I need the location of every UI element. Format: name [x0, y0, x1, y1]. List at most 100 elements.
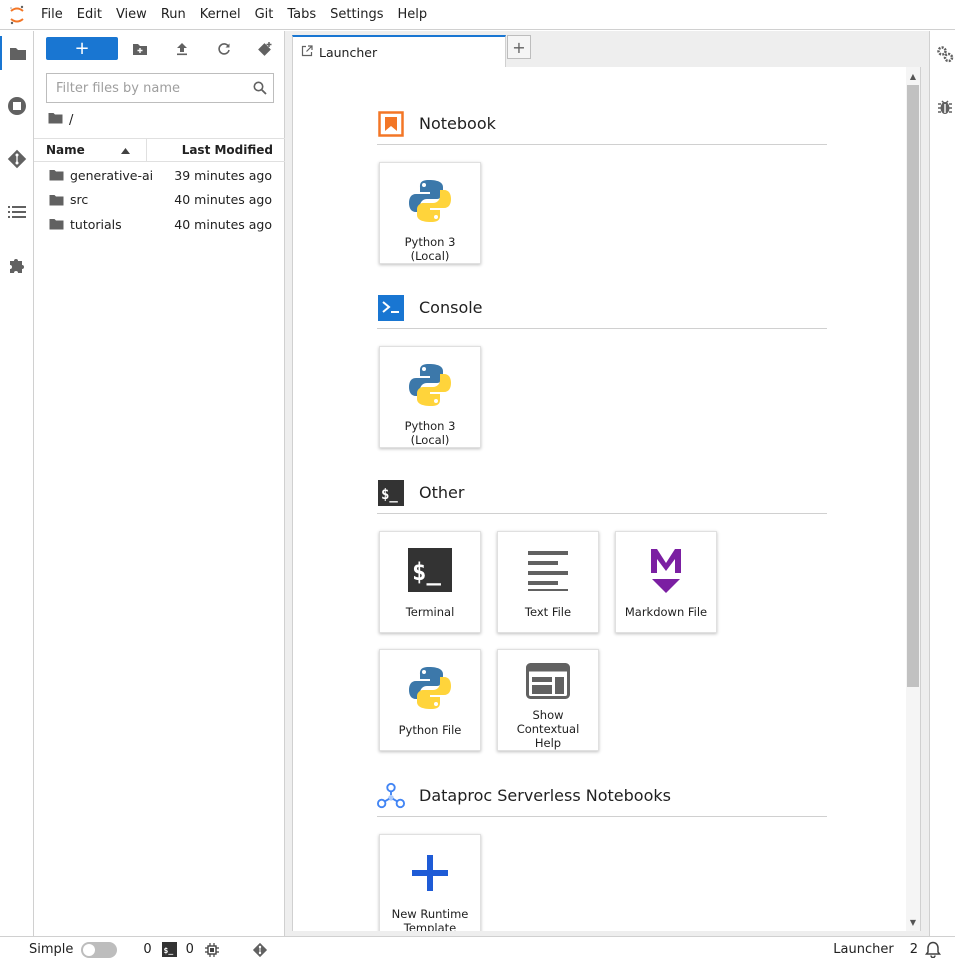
python-logo-icon — [379, 353, 481, 416]
running-icon[interactable] — [0, 89, 33, 123]
launcher-card[interactable]: Text File — [497, 531, 599, 633]
folder-icon — [34, 169, 70, 181]
file-list-header: Name Last Modified — [34, 138, 285, 162]
upload-icon[interactable] — [172, 39, 192, 59]
card-label: Python File — [398, 723, 462, 737]
card-label: Text File — [524, 605, 572, 619]
notebook-icon — [377, 110, 405, 138]
simple-mode-label: Simple — [29, 942, 74, 957]
folder-icon — [34, 218, 70, 230]
property-inspector-icon[interactable] — [934, 43, 955, 65]
launcher-card[interactable]: Markdown File — [615, 531, 717, 633]
new-launcher-button[interactable]: + — [46, 37, 118, 60]
folder-icon[interactable] — [0, 36, 33, 70]
terminal-status-icon[interactable]: $_ — [161, 942, 177, 957]
launcher-card[interactable]: Python 3 (Local) — [379, 346, 481, 448]
scroll-down-icon[interactable]: ▼ — [906, 915, 920, 929]
console-icon — [377, 294, 405, 322]
extension-icon[interactable] — [0, 248, 33, 282]
menu-git[interactable]: Git — [248, 0, 281, 30]
section-header: Dataproc Serverless Notebooks — [377, 775, 827, 817]
main-dock-area: Launcher + Notebook Python 3 (Local) Con… — [285, 31, 929, 936]
menu-file[interactable]: File — [34, 0, 70, 30]
launcher-card[interactable]: Python 3 (Local) — [379, 162, 481, 264]
card-label: New Runtime Template — [391, 907, 469, 931]
git-status-icon[interactable] — [252, 942, 268, 958]
contextual-help-icon — [497, 656, 599, 705]
launcher-card[interactable]: Show Contextual Help — [497, 649, 599, 751]
card-label: Terminal — [405, 605, 455, 619]
list-item[interactable]: generative-ai 39 minutes ago — [34, 163, 285, 188]
file-modified: 39 minutes ago — [174, 167, 272, 183]
menu-kernel[interactable]: Kernel — [193, 0, 248, 30]
kernel-cpu-icon[interactable] — [204, 942, 219, 957]
new-tab-button[interactable]: + — [507, 35, 531, 59]
breadcrumb-root[interactable]: / — [69, 113, 73, 128]
dataproc-section: Dataproc Serverless Notebooks New Runtim… — [377, 775, 827, 931]
menu-run[interactable]: Run — [154, 0, 193, 30]
filter-files-field — [46, 73, 274, 103]
refresh-icon[interactable] — [214, 39, 234, 59]
tab-launcher[interactable]: Launcher — [292, 35, 506, 67]
launcher-scrollbar[interactable]: ▲ ▼ — [906, 67, 920, 931]
menu-bar: File Edit View Run Kernel Git Tabs Setti… — [0, 0, 955, 30]
file-name: generative-ai — [70, 167, 154, 183]
terminal-icon: $_ — [377, 479, 405, 507]
card-label: Markdown File — [624, 605, 708, 619]
file-browser: + / Name Last Modified — [34, 31, 285, 936]
home-folder-icon[interactable] — [48, 112, 63, 128]
new-folder-icon[interactable] — [130, 39, 150, 59]
git-clone-icon[interactable] — [255, 39, 275, 59]
python-logo-icon — [379, 656, 481, 720]
launcher-card[interactable]: Python File — [379, 649, 481, 751]
tab-label: Launcher — [319, 44, 378, 60]
left-sidebar — [0, 31, 34, 936]
menu-edit[interactable]: Edit — [70, 0, 109, 30]
list-item[interactable]: src 40 minutes ago — [34, 188, 285, 213]
card-label: Show Contextual Help — [516, 708, 580, 750]
notifications-count: 2 — [909, 942, 918, 957]
active-tab-label: Launcher — [833, 942, 894, 957]
section-header: Console — [377, 287, 827, 329]
launcher-card[interactable]: $_ Terminal — [379, 531, 481, 633]
launcher-card[interactable]: New Runtime Template — [379, 834, 481, 931]
file-name: src — [70, 192, 89, 208]
scrollbar-thumb[interactable] — [907, 85, 919, 687]
list-item[interactable]: tutorials 40 minutes ago — [34, 212, 285, 237]
menu-settings[interactable]: Settings — [323, 0, 390, 30]
file-browser-toolbar: + — [34, 31, 285, 67]
launcher-tab-icon — [301, 44, 313, 60]
launcher-panel: Notebook Python 3 (Local) Console Python… — [292, 67, 921, 931]
section-title: Console — [419, 298, 483, 317]
file-modified: 40 minutes ago — [174, 192, 272, 208]
simple-mode-toggle[interactable] — [81, 941, 118, 958]
menu-view[interactable]: View — [109, 0, 154, 30]
git-icon[interactable] — [0, 142, 33, 176]
sort-ascending-icon — [121, 143, 130, 157]
bell-icon[interactable] — [925, 941, 941, 958]
menu-tabs[interactable]: Tabs — [280, 0, 323, 30]
status-bar: Simple 0 $_ 0 Launcher 2 — [0, 936, 955, 962]
debugger-icon[interactable] — [934, 96, 955, 118]
jupyter-logo-icon — [0, 0, 34, 30]
python-logo-icon — [379, 169, 481, 232]
filter-files-input[interactable] — [47, 75, 247, 101]
terminals-count: 0 — [143, 942, 152, 957]
section-title: Other — [419, 483, 465, 502]
markdown-icon — [615, 538, 717, 602]
last-modified-column-header[interactable]: Last Modified — [147, 139, 285, 161]
tab-bar: Launcher + — [285, 31, 929, 67]
folder-icon — [34, 194, 70, 206]
svg-text:$_: $_ — [381, 487, 398, 503]
name-column-header[interactable]: Name — [34, 139, 147, 161]
notebook-section: Notebook Python 3 (Local) — [377, 103, 827, 265]
toc-icon[interactable] — [0, 195, 33, 229]
section-title: Notebook — [419, 114, 496, 133]
breadcrumb: / — [48, 111, 73, 129]
scroll-up-icon[interactable]: ▲ — [906, 69, 920, 83]
section-header: $_ Other — [377, 472, 827, 514]
menu-help[interactable]: Help — [391, 0, 435, 30]
card-label: Python 3 (Local) — [404, 235, 456, 263]
text-file-icon — [497, 538, 599, 602]
right-sidebar — [929, 31, 955, 936]
